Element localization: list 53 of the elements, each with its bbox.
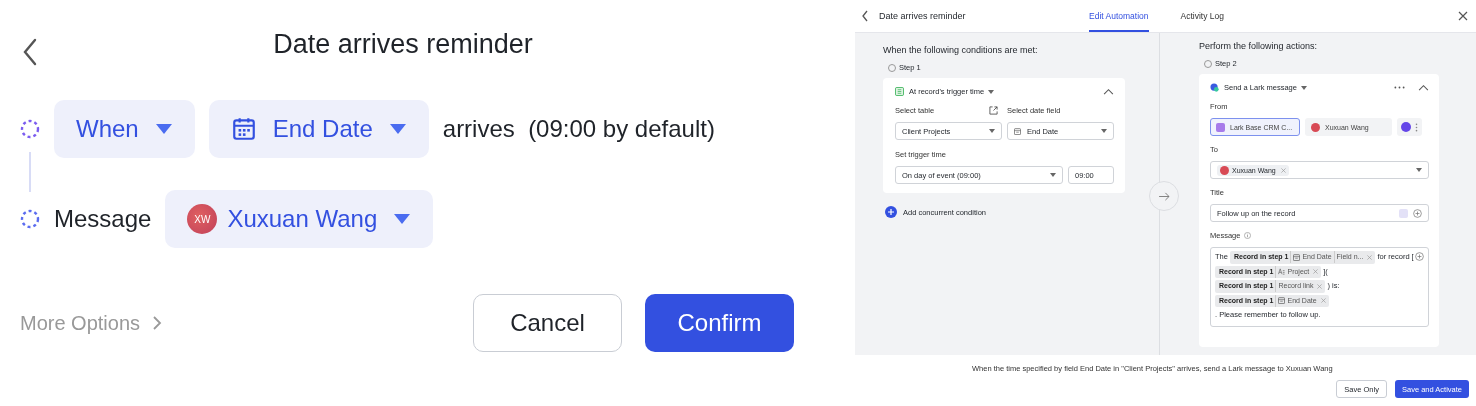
caret-icon — [1300, 85, 1307, 90]
connector-line — [29, 152, 31, 192]
collapse-icon[interactable] — [1418, 84, 1429, 91]
more-icon[interactable] — [1415, 122, 1418, 132]
add-icon[interactable] — [1413, 208, 1422, 218]
calendar-icon — [230, 116, 257, 142]
caret-icon — [989, 129, 995, 133]
add-icon[interactable] — [1415, 252, 1424, 261]
caret-icon — [388, 123, 407, 135]
tab[interactable]: Activity Log — [1180, 0, 1224, 32]
dialog-title: Date arrives reminder — [273, 28, 533, 60]
caret-icon — [1416, 168, 1422, 172]
caret-icon — [1101, 129, 1107, 133]
step-icon — [20, 119, 40, 139]
remove-icon[interactable] — [1317, 283, 1323, 289]
caret-icon — [393, 213, 412, 225]
caret-icon — [1050, 173, 1056, 177]
actions-heading: Perform the following actions: — [1199, 41, 1319, 51]
calendar-icon — [1293, 253, 1301, 261]
calendar-icon — [1278, 297, 1286, 304]
action-label: Message — [54, 205, 152, 233]
cancel-button[interactable]: Cancel — [473, 294, 622, 352]
trigger-description: arrives (09:00 by default) — [442, 115, 715, 143]
back-icon[interactable] — [22, 38, 38, 66]
step-icon — [20, 209, 40, 229]
condition-dropdown[interactable]: When — [54, 100, 195, 158]
remove-icon[interactable] — [1320, 298, 1326, 303]
avatar — [1220, 165, 1229, 175]
date-field-dropdown[interactable]: End Date — [208, 100, 429, 158]
calendar-icon — [1014, 127, 1021, 135]
text-field-icon — [1278, 268, 1286, 276]
automation-title: Date arrives reminder — [879, 11, 967, 21]
remove-icon[interactable] — [1280, 167, 1286, 173]
open-link-icon[interactable] — [989, 106, 998, 115]
remove-icon[interactable] — [1313, 269, 1319, 275]
more-icon[interactable] — [1394, 86, 1405, 89]
recipient-dropdown[interactable]: XW Xuxuan Wang — [165, 190, 434, 248]
avatar — [1311, 122, 1320, 132]
bot-icon — [1216, 122, 1225, 132]
plus-icon — [885, 206, 897, 218]
caret-icon — [988, 89, 995, 94]
remove-icon[interactable] — [1367, 254, 1373, 260]
info-icon — [1244, 232, 1252, 239]
table-icon — [895, 87, 904, 96]
chevron-right-icon — [152, 315, 163, 331]
back-icon[interactable] — [861, 10, 869, 22]
conditions-heading: When the following conditions are met: — [883, 45, 1039, 55]
message-icon — [1210, 83, 1219, 92]
caret-icon — [154, 123, 173, 135]
collapse-icon[interactable] — [1103, 88, 1114, 95]
sender-switch-button[interactable] — [1397, 118, 1422, 136]
close-icon[interactable] — [1458, 11, 1468, 21]
confirm-button[interactable]: Confirm — [645, 294, 794, 352]
